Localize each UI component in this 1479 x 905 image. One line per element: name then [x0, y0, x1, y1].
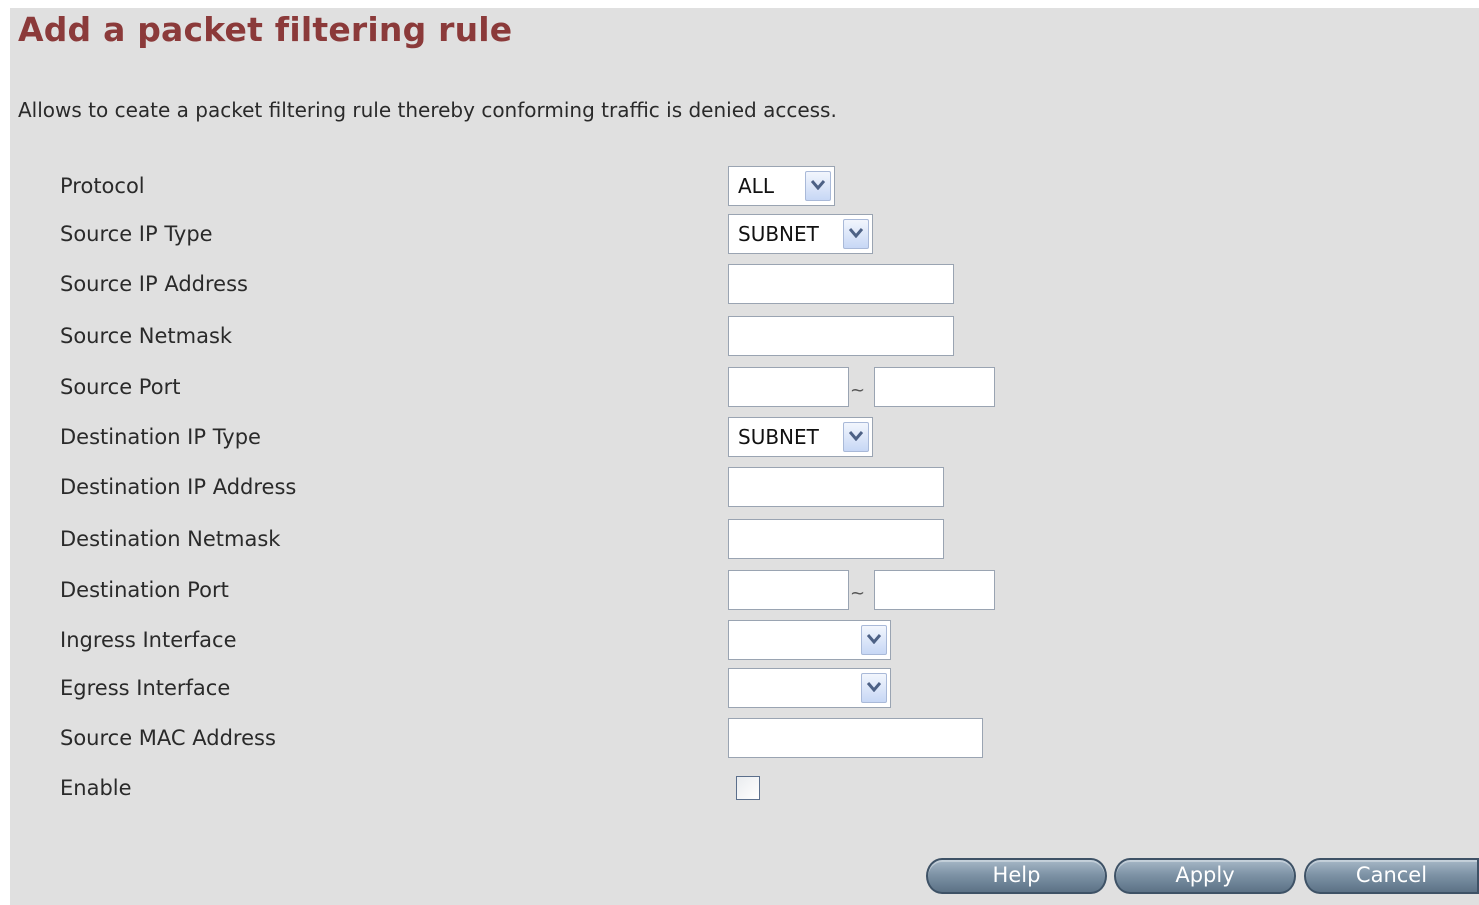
apply-button[interactable]: Apply	[1114, 858, 1296, 894]
page-title: Add a packet filtering rule	[18, 10, 513, 49]
source-mac-address-input[interactable]	[728, 718, 983, 758]
destination-netmask-input[interactable]	[728, 519, 944, 559]
destination-port-end-input[interactable]	[874, 570, 995, 610]
source-netmask-input[interactable]	[728, 316, 954, 356]
source-ip-type-select[interactable]: SUBNET	[728, 214, 873, 254]
destination-ip-address-label: Destination IP Address	[60, 475, 297, 499]
page-description: Allows to ceate a packet filtering rule …	[18, 98, 837, 122]
chevron-down-icon[interactable]	[843, 422, 869, 452]
source-netmask-label: Source Netmask	[60, 324, 233, 348]
egress-interface-select[interactable]	[728, 668, 891, 708]
chevron-down-icon[interactable]	[861, 625, 887, 655]
protocol-select-value: ALL	[738, 174, 774, 198]
destination-ip-type-label: Destination IP Type	[60, 425, 261, 449]
egress-interface-label: Egress Interface	[60, 676, 231, 700]
source-port-start-input[interactable]	[728, 367, 849, 407]
source-mac-address-label: Source MAC Address	[60, 726, 276, 750]
source-ip-address-input[interactable]	[728, 264, 954, 304]
ingress-interface-select[interactable]	[728, 620, 891, 660]
enable-label: Enable	[60, 776, 132, 800]
destination-ip-type-select[interactable]: SUBNET	[728, 417, 873, 457]
destination-port-label: Destination Port	[60, 578, 229, 602]
destination-netmask-label: Destination Netmask	[60, 527, 281, 551]
destination-port-separator: ~	[850, 583, 866, 604]
source-ip-type-select-value: SUBNET	[738, 222, 819, 246]
main-panel: Add a packet filtering rule Allows to ce…	[10, 8, 1479, 905]
destination-ip-address-input[interactable]	[728, 467, 944, 507]
source-port-separator: ~	[850, 380, 866, 401]
enable-checkbox[interactable]	[736, 776, 760, 800]
ingress-interface-label: Ingress Interface	[60, 628, 237, 652]
cancel-button[interactable]: Cancel	[1304, 858, 1479, 894]
destination-ip-type-select-value: SUBNET	[738, 425, 819, 449]
source-ip-address-label: Source IP Address	[60, 272, 248, 296]
destination-port-start-input[interactable]	[728, 570, 849, 610]
chevron-down-icon[interactable]	[861, 673, 887, 703]
source-port-label: Source Port	[60, 375, 181, 399]
help-button[interactable]: Help	[926, 858, 1107, 894]
chevron-down-icon[interactable]	[805, 171, 831, 201]
source-port-end-input[interactable]	[874, 367, 995, 407]
source-ip-type-label: Source IP Type	[60, 222, 213, 246]
protocol-label: Protocol	[60, 174, 145, 198]
chevron-down-icon[interactable]	[843, 219, 869, 249]
protocol-select[interactable]: ALL	[728, 166, 835, 206]
